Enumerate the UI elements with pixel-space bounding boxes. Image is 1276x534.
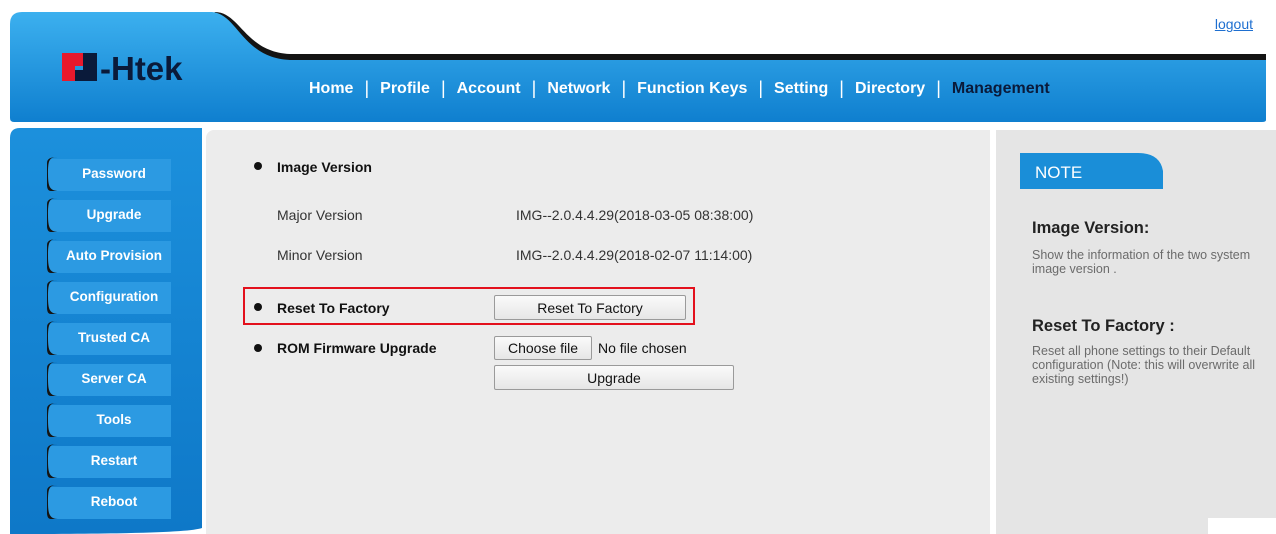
sidebar-item-label: Auto Provision	[65, 248, 162, 263]
bullet-icon	[254, 162, 262, 170]
note-reset-title: Reset To Factory :	[1032, 317, 1175, 335]
choose-file-button[interactable]: Choose file	[494, 336, 592, 360]
reset-factory-heading: Reset To Factory	[277, 300, 390, 316]
sidebar-item-label: Trusted CA	[77, 330, 150, 345]
nav-directory[interactable]: Directory	[844, 80, 936, 98]
sidebar-item-configuration[interactable]: Configuration	[47, 280, 171, 314]
note-image-version-text: Show the information of the two system i…	[1032, 248, 1251, 276]
rom-firmware-heading: ROM Firmware Upgrade	[277, 340, 437, 356]
sidebar-item-label: Restart	[90, 453, 138, 468]
minor-version-label: Minor Version	[277, 247, 363, 263]
upgrade-button[interactable]: Upgrade	[494, 365, 734, 390]
bullet-icon	[254, 344, 262, 352]
image-version-heading: Image Version	[277, 159, 372, 175]
reset-to-factory-button[interactable]: Reset To Factory	[494, 295, 686, 320]
sidebar-item-upgrade[interactable]: Upgrade	[47, 198, 171, 232]
file-status-text: No file chosen	[598, 340, 687, 356]
sidebar-item-password[interactable]: Password	[47, 157, 171, 191]
note-tab-label: NOTE	[1035, 163, 1083, 182]
sidebar-item-label: Tools	[96, 412, 132, 427]
sidebar-item-restart[interactable]: Restart	[47, 444, 171, 478]
major-version-value: IMG--2.0.4.4.29(2018-03-05 08:38:00)	[516, 207, 754, 223]
nav-management[interactable]: Management	[941, 80, 1061, 98]
nav-setting[interactable]: Setting	[763, 80, 839, 98]
htek-logo: -Htek	[62, 50, 183, 86]
main-nav: Home | Profile | Account | Network | Functio…	[298, 78, 1061, 99]
nav-profile[interactable]: Profile	[369, 80, 441, 98]
nav-home[interactable]: Home	[298, 80, 364, 98]
note-image-version-title: Image Version:	[1032, 219, 1150, 237]
logout-link[interactable]: logout	[1215, 16, 1253, 32]
sidebar-item-label: Configuration	[69, 289, 159, 304]
nav-network[interactable]: Network	[536, 80, 621, 98]
note-panel-corner	[1208, 518, 1276, 534]
sidebar-item-label: Upgrade	[86, 207, 142, 222]
nav-function-keys[interactable]: Function Keys	[626, 80, 758, 98]
major-version-label: Major Version	[277, 207, 363, 223]
sidebar-item-server-ca[interactable]: Server CA	[47, 362, 171, 396]
sidebar-item-trusted-ca[interactable]: Trusted CA	[47, 321, 171, 355]
main-panel	[206, 130, 990, 534]
sidebar-item-auto-provision[interactable]: Auto Provision	[47, 239, 171, 273]
bullet-icon	[254, 303, 262, 311]
sidebar-item-label: Server CA	[81, 371, 147, 386]
sidebar-item-label: Reboot	[90, 494, 138, 509]
nav-account[interactable]: Account	[446, 80, 532, 98]
minor-version-value: IMG--2.0.4.4.29(2018-02-07 11:14:00)	[516, 247, 753, 263]
sidebar-item-label: Password	[82, 166, 146, 181]
sidebar-item-reboot[interactable]: Reboot	[47, 485, 171, 519]
svg-text:-Htek: -Htek	[100, 50, 183, 86]
sidebar-item-tools[interactable]: Tools	[47, 403, 171, 437]
note-reset-text: Reset all phone settings to their Defaul…	[1032, 344, 1256, 386]
